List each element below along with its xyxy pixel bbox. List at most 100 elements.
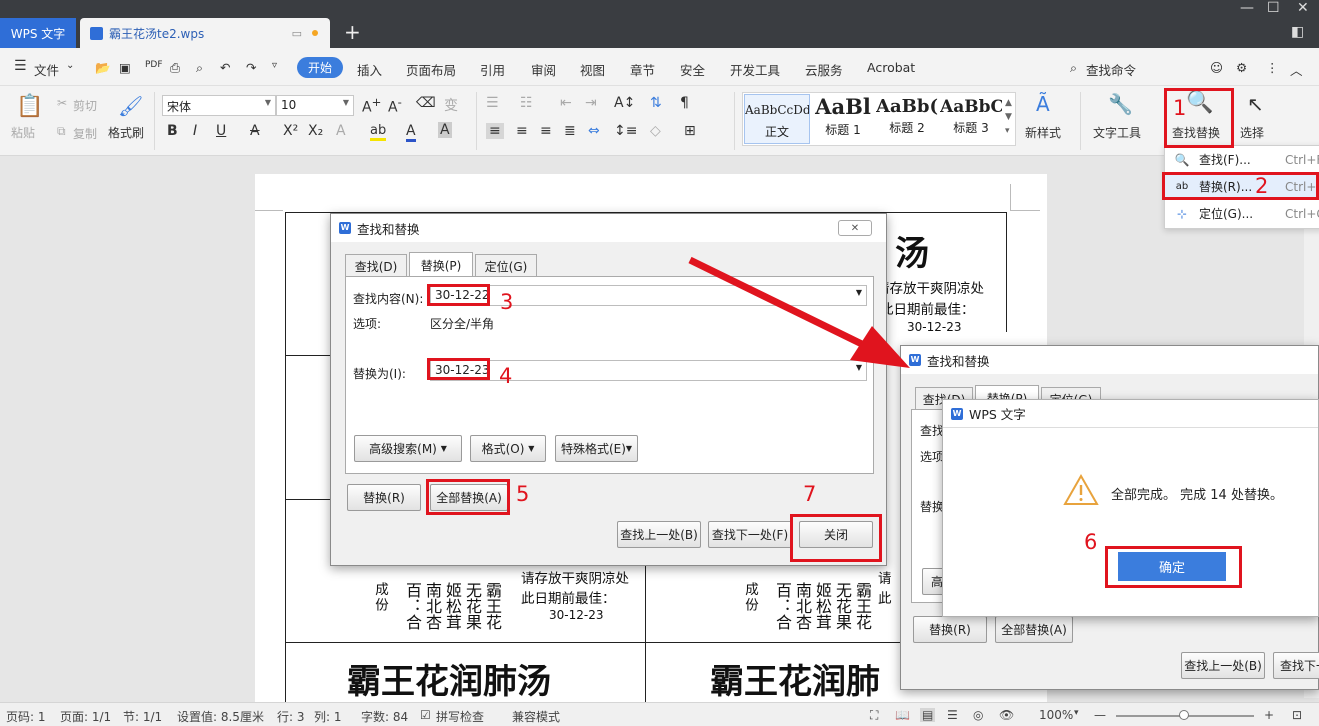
menu-goto[interactable]: ⊹ 定位(G)... Ctrl+G	[1165, 200, 1319, 227]
find-prev-button[interactable]: 查找上一处(B)	[617, 521, 701, 548]
menu-references[interactable]: 引用	[480, 60, 505, 79]
numbered-list-icon[interactable]: ☷	[520, 95, 533, 111]
redo-icon[interactable]: ↷	[246, 60, 256, 75]
text-effect-icon[interactable]: A	[336, 123, 346, 139]
save-icon[interactable]: ▣	[119, 60, 131, 75]
command-search[interactable]: 查找命令	[1086, 60, 1136, 79]
app-tab[interactable]: WPS 文字	[0, 18, 76, 48]
menu-view[interactable]: 视图	[580, 60, 605, 79]
new-tab-button[interactable]: +	[344, 20, 361, 44]
web-view-icon[interactable]: ◎	[973, 708, 983, 722]
cut-button[interactable]: 剪切	[73, 97, 97, 114]
shading-icon[interactable]: ◇	[650, 123, 661, 139]
replace-button[interactable]: 替换(R)	[913, 616, 987, 643]
close-icon[interactable]: ✕	[838, 220, 872, 236]
menu-security[interactable]: 安全	[680, 60, 705, 79]
zoom-slider-thumb[interactable]	[1179, 710, 1189, 720]
subscript-icon[interactable]: X₂	[308, 123, 323, 139]
text-direction-icon[interactable]: A↕	[614, 95, 635, 111]
align-right-icon[interactable]: ≡	[540, 123, 552, 139]
special-format-button[interactable]: 特殊格式(E) ▼	[555, 435, 638, 462]
status-words[interactable]: 字数: 84	[361, 708, 408, 725]
find-prev-button[interactable]: 查找上一处(B)	[1181, 652, 1265, 679]
copy-button[interactable]: 复制	[73, 125, 97, 142]
menu-file[interactable]: 文件	[34, 60, 59, 79]
clear-format-icon[interactable]: ⌫	[416, 95, 436, 111]
select-button[interactable]: 选择	[1240, 124, 1264, 141]
increase-indent-icon[interactable]: ⇥	[585, 95, 597, 111]
chevron-down-icon[interactable]: ▾	[1074, 708, 1079, 718]
text-tools-button[interactable]: 文字工具	[1093, 124, 1141, 141]
chevron-down-icon[interactable]: ⌄	[66, 60, 74, 71]
justify-icon[interactable]: ≣	[564, 123, 576, 139]
cut-icon[interactable]: ✂	[57, 96, 67, 110]
monitor-icon[interactable]: ▭	[292, 27, 302, 40]
bold-icon[interactable]: B	[167, 123, 178, 139]
tab-replace[interactable]: 替换(P)	[409, 252, 473, 277]
grow-font-icon[interactable]: A+	[362, 95, 381, 116]
settings-icon[interactable]: ⚙	[1236, 60, 1247, 75]
italic-icon[interactable]: I	[193, 123, 197, 139]
window-layout-icon[interactable]: ◧	[1291, 24, 1304, 40]
style-scroll-icon[interactable]: ▲ ▼ ▾	[1005, 96, 1012, 138]
copy-icon[interactable]: ⧉	[57, 124, 66, 139]
style-heading-2[interactable]: AaBb( 标题 2	[876, 94, 938, 144]
hamburger-icon[interactable]: ☰	[14, 58, 27, 74]
replace-all-button[interactable]: 全部替换(A)	[995, 616, 1073, 643]
replace-button[interactable]: 替换(R)	[347, 484, 421, 511]
line-spacing-icon[interactable]: ↕≡	[614, 123, 637, 139]
decrease-indent-icon[interactable]: ⇤	[560, 95, 572, 111]
font-size-combo[interactable]: 10 ▼	[276, 95, 354, 116]
menu-acrobat[interactable]: Acrobat	[867, 60, 915, 75]
font-name-combo[interactable]: 宋体 ▼	[162, 95, 276, 116]
style-heading-3[interactable]: AaBbC 标题 3	[940, 94, 1002, 144]
zoom-level[interactable]: 100%	[1039, 708, 1073, 722]
document-tab[interactable]: 霸王花汤te2.wps ▭	[80, 18, 330, 48]
minimize-icon[interactable]: —	[1240, 0, 1254, 16]
maximize-icon[interactable]: ☐	[1267, 0, 1280, 16]
feedback-icon[interactable]: ☺	[1210, 60, 1223, 75]
find-next-button[interactable]: 查找下一	[1273, 652, 1319, 679]
menu-cloud[interactable]: 云服务	[805, 60, 843, 79]
paste-icon[interactable]: 📋	[16, 94, 43, 119]
border-icon[interactable]: ⊞	[684, 123, 696, 139]
zoom-in-icon[interactable]: +	[1264, 708, 1274, 722]
style-heading-1[interactable]: AaBl 标题 1	[812, 94, 874, 144]
fit-page-icon[interactable]: ⊡	[1292, 708, 1302, 722]
char-shading-icon[interactable]: A	[438, 122, 452, 138]
read-mode-icon[interactable]: 📖	[895, 708, 910, 722]
wrench-icon[interactable]: 🔧	[1108, 92, 1133, 116]
print-icon[interactable]: ⎙	[170, 60, 180, 76]
font-color-icon[interactable]: A	[406, 123, 416, 142]
fullscreen-icon[interactable]: ⛶	[870, 708, 878, 723]
format-button[interactable]: 格式(O) ▼	[470, 435, 546, 462]
menu-find[interactable]: 🔍 查找(F)... Ctrl+F	[1165, 146, 1319, 173]
strikethrough-icon[interactable]: A	[250, 123, 260, 139]
distribute-icon[interactable]: ⇔	[588, 123, 600, 139]
advanced-search-button[interactable]: 高级搜索(M) ▼	[354, 435, 462, 462]
superscript-icon[interactable]: X²	[283, 123, 298, 139]
style-normal[interactable]: AaBbCcDd 正文	[744, 94, 810, 144]
select-cursor-icon[interactable]: ↖	[1247, 92, 1264, 116]
outline-view-icon[interactable]: ☰	[947, 708, 958, 722]
menu-start[interactable]: 开始	[297, 57, 343, 78]
phonetic-icon[interactable]: 变	[444, 95, 458, 115]
highlight-icon[interactable]: ab	[370, 123, 387, 141]
undo-icon[interactable]: ↶	[220, 60, 230, 75]
print-preview-icon[interactable]: ⌕	[196, 60, 203, 76]
bullet-list-icon[interactable]: ☰	[486, 95, 499, 111]
menu-review[interactable]: 审阅	[531, 60, 556, 79]
tab-find[interactable]: 查找(D)	[345, 254, 407, 277]
status-spellcheck[interactable]: 拼写检查	[436, 708, 484, 725]
align-left-icon[interactable]: ≡	[486, 123, 504, 139]
menu-page-layout[interactable]: 页面布局	[406, 60, 456, 79]
new-style-button[interactable]: 新样式	[1025, 124, 1061, 141]
shrink-font-icon[interactable]: A-	[388, 95, 402, 116]
more-icon[interactable]: ⋮	[1266, 60, 1279, 75]
close-icon[interactable]: ✕	[1297, 0, 1309, 16]
tab-goto[interactable]: 定位(G)	[475, 254, 537, 277]
show-hide-icon[interactable]: ¶	[680, 95, 689, 111]
open-icon[interactable]: 📂	[95, 60, 111, 76]
zoom-out-icon[interactable]: —	[1094, 708, 1106, 722]
eye-protect-icon[interactable]: 👁	[999, 708, 1014, 722]
